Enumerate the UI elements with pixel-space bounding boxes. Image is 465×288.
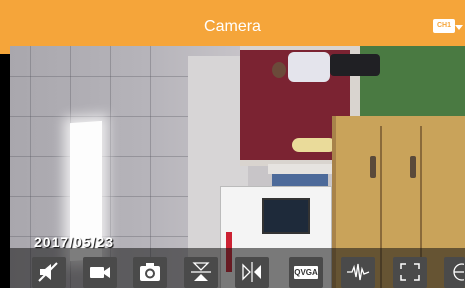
person-head [272, 62, 286, 78]
audio-waveform-button[interactable] [341, 257, 375, 288]
flip-vertical-button[interactable] [184, 257, 218, 288]
flip-horizontal-button[interactable] [235, 257, 269, 288]
snapshot-button[interactable] [133, 257, 167, 288]
shelf-stripe [268, 164, 334, 174]
chevron-down-icon[interactable] [455, 25, 463, 30]
record-button[interactable] [83, 257, 117, 288]
resolution-button[interactable]: QVGA [289, 257, 323, 288]
ptz-icon [453, 263, 464, 281]
resolution-label: QVGA [294, 266, 318, 279]
flip-horizontal-icon [242, 262, 261, 282]
person-body [288, 52, 330, 82]
tube-object [292, 138, 336, 152]
ceiling-grid-line [10, 76, 190, 77]
person-legs [330, 54, 380, 76]
waveform-icon [347, 263, 370, 281]
camera-icon [140, 263, 160, 281]
product-box-screen [262, 198, 310, 234]
speaker-muted-icon [38, 262, 58, 282]
fullscreen-icon [400, 263, 420, 281]
video-camera-icon [90, 267, 110, 278]
mute-button[interactable] [32, 257, 66, 288]
fullscreen-button[interactable] [393, 257, 427, 288]
ptz-control-button[interactable] [444, 257, 465, 288]
flip-vertical-icon [191, 262, 211, 281]
channel-selector[interactable]: CH1 [433, 19, 455, 33]
cabinet-handle [370, 156, 376, 178]
cabinet-handle [410, 156, 416, 178]
ceiling-grid-line [10, 116, 190, 117]
page-title: Camera [204, 18, 261, 35]
